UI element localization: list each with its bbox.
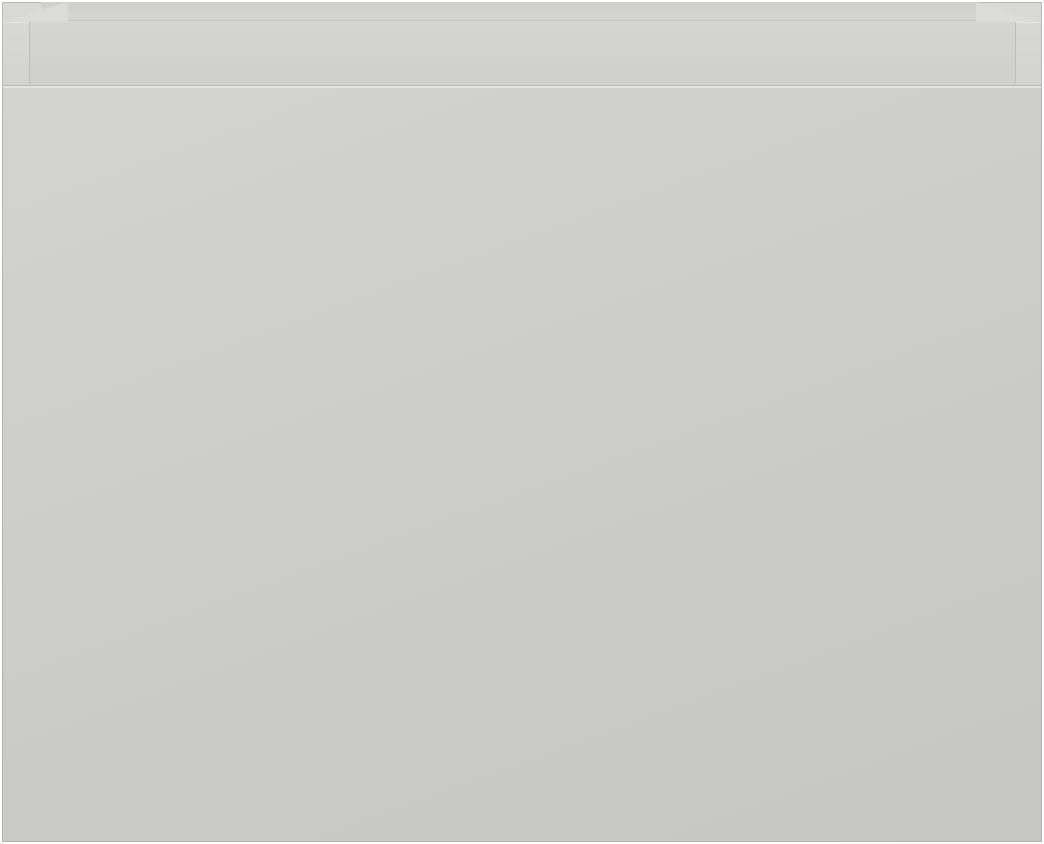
drawer-inner-right-edge: [1015, 22, 1016, 84]
drawer-front-panel: [2, 86, 1042, 842]
drawer-panel-highlight: [3, 86, 1041, 88]
drawer-front-top-edge: [30, 22, 1015, 84]
drawer-back-wall: [42, 2, 976, 21]
drawer-inner-left-edge: [29, 22, 30, 84]
product-image: [0, 0, 1044, 844]
